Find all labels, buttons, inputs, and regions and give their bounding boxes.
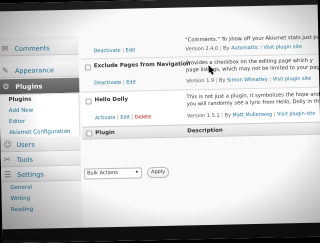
visit-plugin-site-link[interactable]: Visit plugin site bbox=[277, 111, 315, 118]
table-row: "Comments." To show off your Akismet sta… bbox=[80, 0, 320, 59]
sidebar-item-label: Appearance bbox=[14, 66, 55, 76]
chevron-down-icon: ▾ bbox=[135, 169, 139, 176]
deactivate-link[interactable]: Deactivate bbox=[94, 80, 121, 87]
submenu-reading[interactable]: Reading bbox=[2, 204, 82, 217]
select-all-checkbox[interactable] bbox=[86, 130, 93, 137]
bulk-actions-value: Bulk Actions bbox=[87, 169, 118, 177]
author-link[interactable]: Simon Wheatley bbox=[227, 77, 268, 84]
visit-plugin-site-link[interactable]: Visit plugin site bbox=[263, 44, 301, 51]
sidebar-item-appearance[interactable]: ✎ Appearance bbox=[0, 61, 80, 79]
plugin-meta: Version 2.4.0 | By Automattic | Visit pl… bbox=[185, 44, 302, 53]
plugin-by: By bbox=[218, 77, 226, 84]
plugin-description: "Comments." To show off your Akismet sta… bbox=[185, 34, 320, 44]
users-icon: ☺ bbox=[3, 140, 12, 150]
sidebar-item-tools[interactable]: ✂ Tools bbox=[0, 150, 81, 168]
settings-icon: ☰ bbox=[4, 170, 12, 180]
plugins-icon: ⚙ bbox=[2, 82, 10, 92]
sidebar-item-plugins[interactable]: ⚙ Plugins bbox=[0, 77, 80, 95]
deactivate-link[interactable]: Deactivate bbox=[93, 48, 120, 55]
column-plugin: Plugin bbox=[95, 129, 115, 137]
sidebar-item-settings[interactable]: ☰ Settings bbox=[0, 165, 82, 183]
plugin-by: By bbox=[223, 45, 230, 52]
activate-link[interactable]: Activate bbox=[95, 115, 116, 121]
plugin-version: Version 1.5.1 bbox=[186, 112, 220, 120]
plugin-meta: Version 1.5.1 | By Matt Mullenweg | Visi… bbox=[186, 110, 316, 120]
plugin-actions: Deactivate | Edit bbox=[93, 47, 136, 55]
tools-icon: ✂ bbox=[3, 155, 11, 165]
comments-icon: ✉ bbox=[1, 44, 9, 54]
edit-link[interactable]: Edit bbox=[126, 48, 136, 54]
plugin-checkbox[interactable] bbox=[85, 98, 92, 105]
column-description: Description bbox=[187, 127, 223, 135]
edit-link[interactable]: Edit bbox=[126, 79, 136, 85]
plugin-version: Version 2.4.0 bbox=[185, 45, 219, 53]
sidebar-item-label: Comments bbox=[14, 44, 50, 54]
sidebar-item-users[interactable]: ☺ Users bbox=[0, 135, 81, 153]
apply-button[interactable]: Apply bbox=[146, 166, 170, 179]
sidebar-item-comments[interactable]: ✉ Comments bbox=[0, 39, 79, 57]
plugin-meta: Version 1.9 | By Simon Wheatley | Visit … bbox=[186, 75, 312, 85]
settings-submenu: General Writing Reading bbox=[1, 182, 82, 217]
screen: ✉ Comments ✎ Appearance ⚙ Plugins Plugin… bbox=[0, 0, 320, 243]
delete-link[interactable]: Delete bbox=[135, 114, 152, 120]
author-link[interactable]: Matt Mullenweg bbox=[232, 112, 272, 119]
edit-link[interactable]: Edit bbox=[120, 115, 130, 121]
table-row: Exclude Pages from Navigation Provides a… bbox=[80, 53, 320, 91]
plugin-version: Version 1.9 bbox=[186, 77, 215, 85]
appearance-icon: ✎ bbox=[1, 66, 9, 76]
author-link[interactable]: Automattic bbox=[231, 45, 259, 52]
plugins-table: "Comments." To show off your Akismet sta… bbox=[80, 0, 320, 228]
plugin-by: By bbox=[224, 112, 231, 119]
visit-plugin-site-link[interactable]: Visit plugin site bbox=[273, 76, 311, 83]
sidebar-item-label: Tools bbox=[16, 155, 33, 165]
plugin-name: Hello Dolly bbox=[94, 96, 129, 104]
bulk-actions-select[interactable]: Bulk Actions ▾ bbox=[84, 167, 143, 180]
plugin-checkbox[interactable] bbox=[84, 64, 91, 71]
plugins-submenu: Plugins Add New Editor Akismet Configura… bbox=[0, 92, 81, 141]
sidebar-item-label: Plugins bbox=[15, 82, 43, 92]
plugin-actions: Deactivate | Edit bbox=[94, 79, 136, 87]
admin-sidebar: ✉ Comments ✎ Appearance ⚙ Plugins Plugin… bbox=[0, 35, 83, 238]
table-row: Hello Dolly This is not just a plugin, i… bbox=[81, 86, 320, 127]
plugin-actions: Activate | Edit | Delete bbox=[94, 114, 152, 122]
plugin-name: Exclude Pages from Navigation bbox=[93, 61, 191, 70]
sidebar-item-label: Users bbox=[16, 140, 35, 150]
sidebar-item-label: Settings bbox=[17, 170, 44, 180]
